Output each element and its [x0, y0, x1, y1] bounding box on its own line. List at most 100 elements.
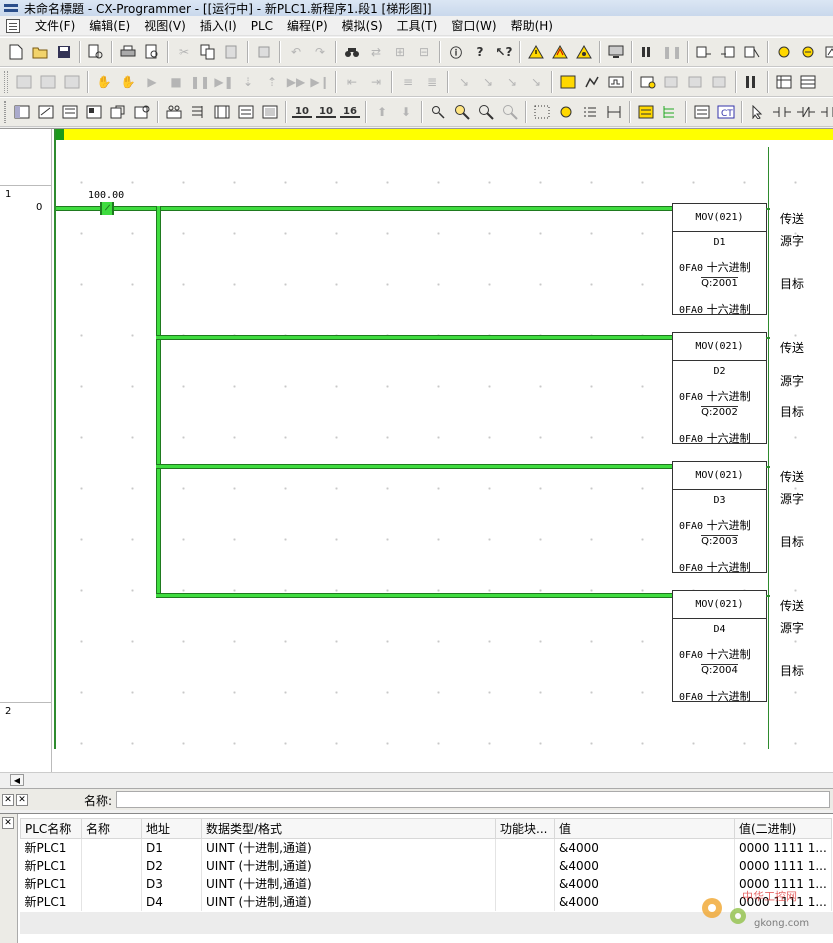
column-header[interactable]: 地址 [141, 818, 202, 839]
document-icon[interactable] [6, 18, 20, 33]
grid-icon[interactable] [532, 102, 552, 122]
print-preview-icon[interactable] [142, 42, 162, 62]
program-mode-icon[interactable] [14, 72, 34, 92]
name-input[interactable] [116, 791, 830, 808]
decimal-display-icon[interactable]: 10 [316, 102, 336, 122]
reset-icon[interactable] [798, 42, 818, 62]
send-changes-icon[interactable]: ↘ [502, 72, 522, 92]
column-header[interactable]: 数据类型/格式 [201, 818, 496, 839]
transfer-from-plc-icon[interactable] [718, 42, 738, 62]
move-up-icon[interactable]: ⬆ [372, 102, 392, 122]
context-help-icon[interactable]: ↖? [494, 42, 514, 62]
indent-icon[interactable]: ⇤ [342, 72, 362, 92]
hand-step-icon[interactable]: ✋ [118, 72, 138, 92]
close-icon[interactable]: ✕ [2, 817, 14, 829]
replace-icon[interactable]: ⇄ [366, 42, 386, 62]
step-in-icon[interactable]: ⇣ [238, 72, 258, 92]
zoom-in-icon[interactable] [452, 102, 472, 122]
properties-icon[interactable] [132, 102, 152, 122]
output-window-icon[interactable] [36, 102, 56, 122]
select-pointer-icon[interactable] [748, 102, 768, 122]
mov-instruction-block[interactable]: MOV(021) D1 0FA0 十六进制 Q:2001 0FA0 十六进制 [672, 203, 767, 316]
find-icon[interactable] [342, 42, 362, 62]
menu-help[interactable]: 帮助(H) [504, 16, 560, 36]
rung-comment-icon[interactable] [580, 102, 600, 122]
menu-program[interactable]: 编程(P) [280, 16, 335, 36]
ladder-view-icon[interactable] [212, 102, 232, 122]
debug-mode-icon[interactable] [38, 72, 58, 92]
run-icon[interactable]: ▶ [142, 72, 162, 92]
copy-icon[interactable] [198, 42, 218, 62]
zoom-fit-icon[interactable] [500, 102, 520, 122]
io-table-icon[interactable] [662, 72, 682, 92]
ladder-diagram[interactable]: 1 0 2 100.00 MOV(021) D1 0FA0 十六进制 Q:200… [0, 128, 833, 772]
find-replace-all-icon[interactable]: ⊟ [414, 42, 434, 62]
hex-display-icon[interactable]: 16 [340, 102, 360, 122]
force-icon[interactable] [822, 42, 833, 62]
delete-icon[interactable] [254, 42, 274, 62]
info-icon[interactable]: ⓘ [446, 42, 466, 62]
zoom-out-icon[interactable] [476, 102, 496, 122]
menu-file[interactable]: 文件(F) [28, 16, 82, 36]
column-header[interactable]: 功能块... [495, 818, 555, 839]
open-folder-icon[interactable] [30, 42, 50, 62]
cut-icon[interactable]: ✂ [174, 42, 194, 62]
new-contact-icon[interactable] [772, 102, 792, 122]
menu-insert[interactable]: 插入(I) [193, 16, 244, 36]
new-file-icon[interactable] [6, 42, 26, 62]
cancel-edit-icon[interactable]: ↘ [478, 72, 498, 92]
cross-reference-icon[interactable] [774, 72, 794, 92]
address-reference-icon[interactable] [798, 72, 818, 92]
sfc-icon[interactable] [692, 102, 712, 122]
zoom-icon[interactable] [428, 102, 448, 122]
ct-icon[interactable]: CT [716, 102, 736, 122]
monitor-mode-icon[interactable] [62, 72, 82, 92]
mnemonic-view-icon[interactable] [236, 102, 256, 122]
save-icon[interactable] [54, 42, 74, 62]
time-chart-icon[interactable] [606, 72, 626, 92]
st-view-icon[interactable] [260, 102, 280, 122]
undo-icon[interactable]: ↶ [286, 42, 306, 62]
redo-icon[interactable]: ↷ [310, 42, 330, 62]
step-out-icon[interactable]: ⇡ [262, 72, 282, 92]
column-header[interactable]: 名称 [81, 818, 142, 839]
menu-tools[interactable]: 工具(T) [390, 16, 445, 36]
pause-monitor-icon[interactable] [638, 42, 658, 62]
compare-plc-icon[interactable] [742, 42, 762, 62]
online-icon[interactable] [550, 42, 570, 62]
mov-instruction-block[interactable]: MOV(021) D2 0FA0 十六进制 Q:2002 0FA0 十六进制 [672, 332, 767, 445]
column-header[interactable]: 值 [554, 818, 735, 839]
cancel-changes-icon[interactable]: ↘ [526, 72, 546, 92]
error-log-icon[interactable] [710, 72, 730, 92]
differential-monitor-icon[interactable] [558, 72, 578, 92]
close-icon[interactable]: ✕ [16, 793, 28, 806]
monitor-icon[interactable] [606, 42, 626, 62]
data-trace-icon[interactable] [582, 72, 602, 92]
scroll-left-icon[interactable]: ◀ [10, 774, 24, 786]
io-comment-icon[interactable] [742, 72, 762, 92]
warning-icon[interactable] [526, 42, 546, 62]
transfer-to-plc-icon[interactable] [694, 42, 714, 62]
compile-icon[interactable] [660, 102, 680, 122]
normally-open-contact[interactable] [100, 202, 114, 215]
stop-icon[interactable]: ■ [166, 72, 186, 92]
menu-view[interactable]: 视图(V) [137, 16, 193, 36]
step-run-icon[interactable]: ▶❚ [214, 72, 234, 92]
compare-icon[interactable] [86, 42, 106, 62]
paste-icon[interactable] [222, 42, 242, 62]
list-icon[interactable]: ≡ [398, 72, 418, 92]
mov-instruction-block[interactable]: MOV(021) D4 0FA0 十六进制 Q:2004 0FA0 十六进制 [672, 590, 767, 703]
horizontal-scrollbar[interactable]: ◀ [0, 772, 833, 786]
scan-run-icon[interactable]: ▶❙ [310, 72, 330, 92]
program-check-icon[interactable] [636, 102, 656, 122]
settings-icon[interactable] [686, 72, 706, 92]
print-icon[interactable] [118, 42, 138, 62]
section-icon[interactable] [188, 102, 208, 122]
menu-simulate[interactable]: 模拟(S) [335, 16, 390, 36]
table-row[interactable]: 新PLC1 D1 UINT (十进制,通道) &4000 0000 1111 1… [20, 838, 832, 857]
mov-instruction-block[interactable]: MOV(021) D3 0FA0 十六进制 Q:2003 0FA0 十六进制 [672, 461, 767, 574]
pause-icon[interactable]: ❚❚ [662, 42, 682, 62]
online-edit-icon[interactable]: ↘ [454, 72, 474, 92]
pause-sim-icon[interactable]: ❚❚ [190, 72, 210, 92]
binary-display-icon[interactable]: 10 [292, 102, 312, 122]
